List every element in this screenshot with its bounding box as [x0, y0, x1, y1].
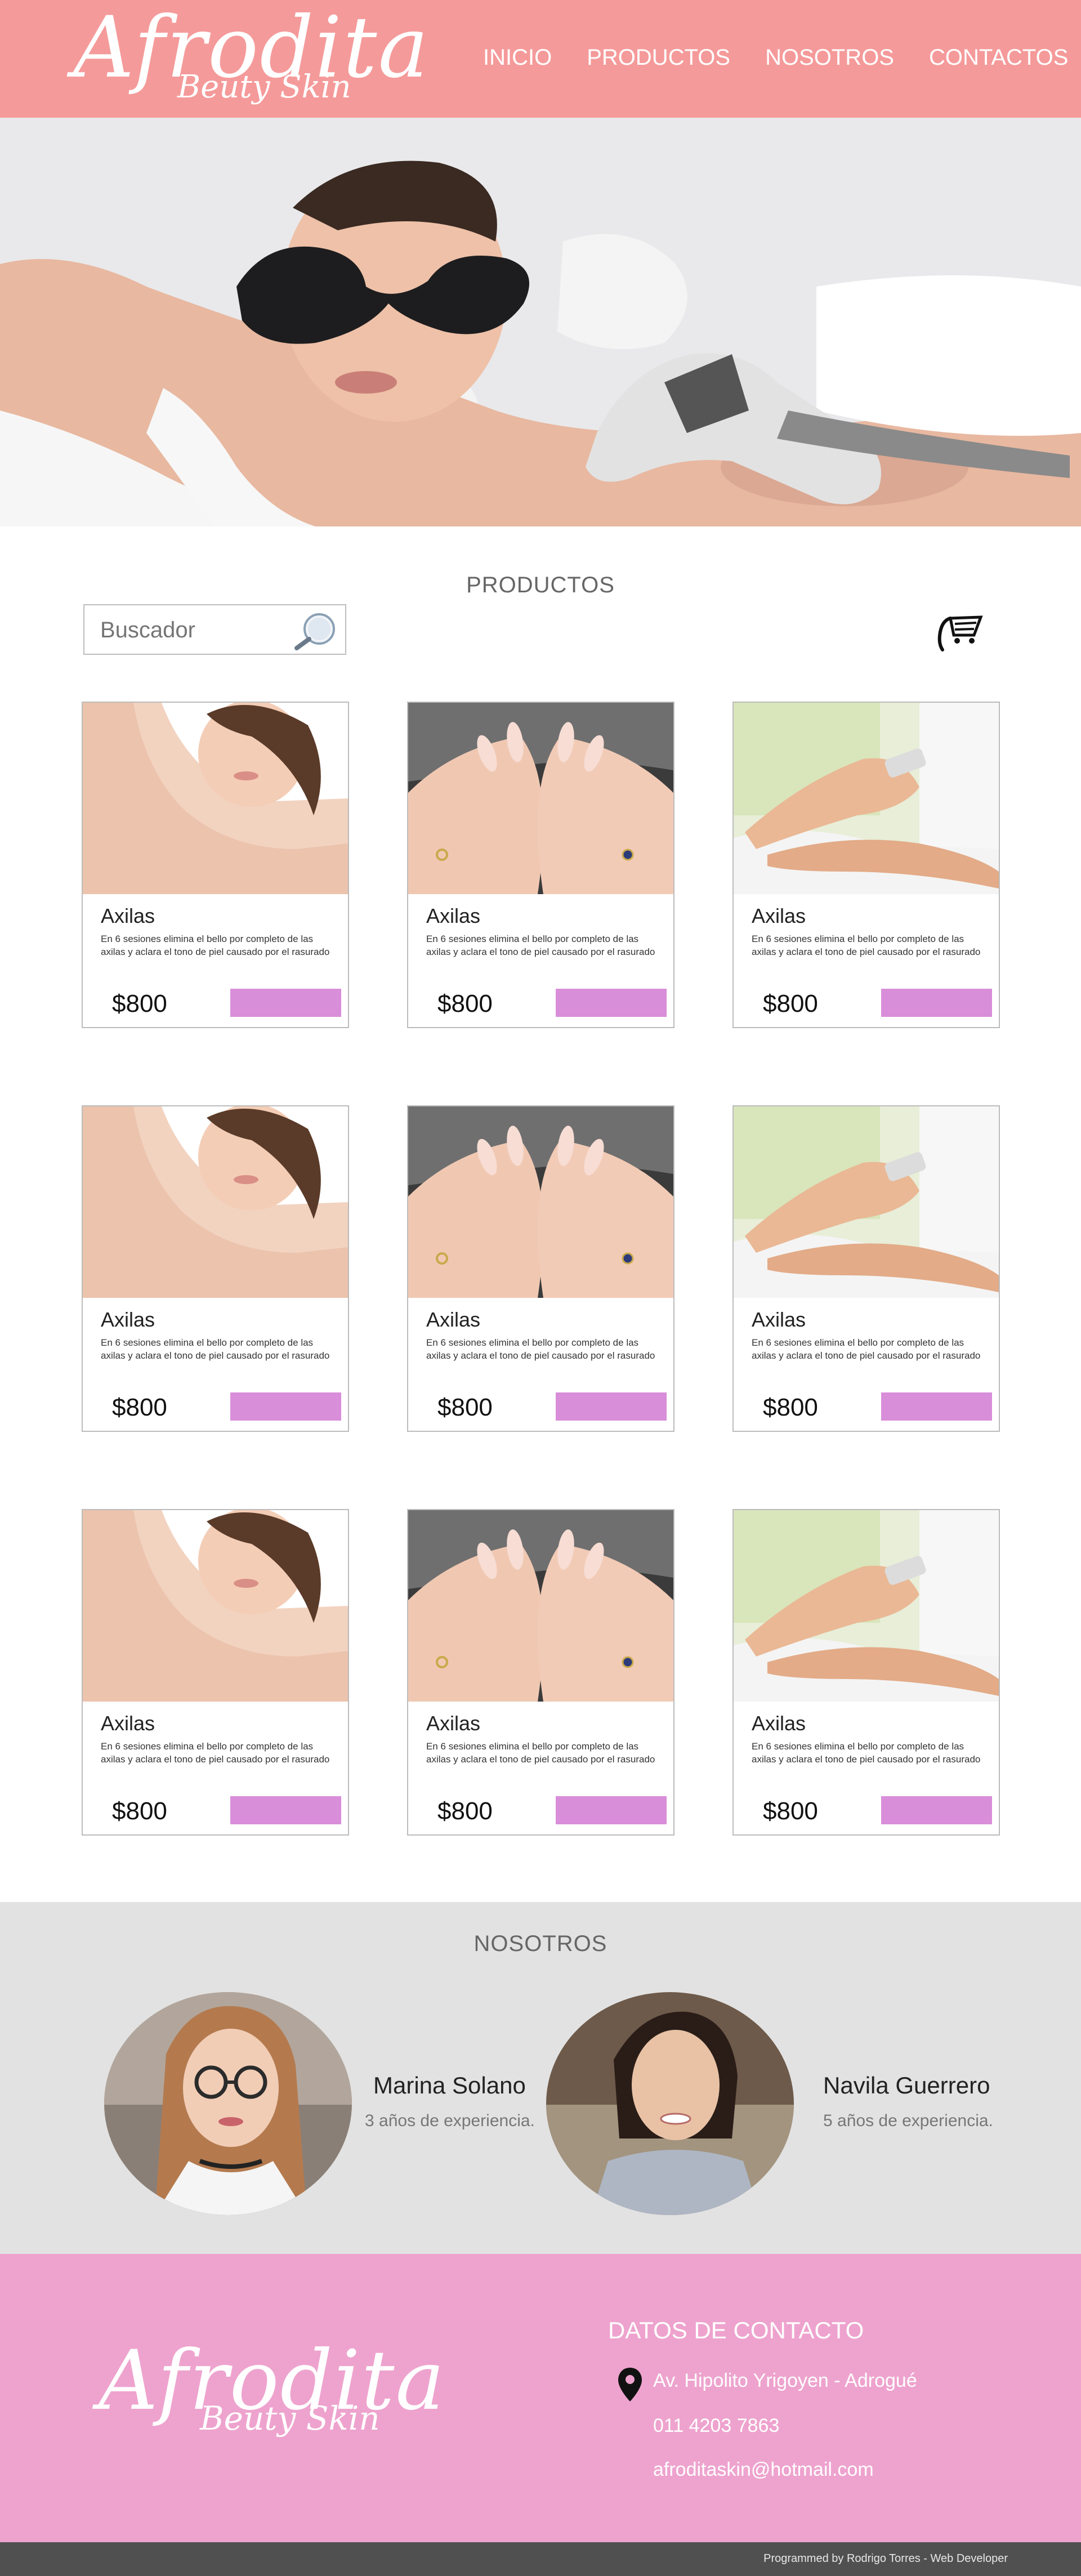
product-price: $800	[763, 1797, 818, 1825]
member-photo-marina	[104, 1992, 352, 2215]
product-price: $800	[437, 1797, 493, 1825]
member-photo-navila	[546, 1992, 794, 2215]
avatar	[104, 1992, 352, 2215]
product-description: En 6 sesiones elimina el bello por compl…	[101, 934, 330, 957]
add-to-cart-button[interactable]	[881, 1392, 992, 1421]
product-price: $800	[112, 1797, 167, 1825]
product-name: Axilas	[752, 904, 806, 927]
product-card[interactable]: Axilas En 6 sesiones elimina el bello po…	[732, 1509, 1000, 1836]
leg-laser-photo	[734, 1106, 999, 1298]
product-image-legs	[734, 703, 999, 894]
product-description: En 6 sesiones elimina el bello por compl…	[752, 1741, 981, 1765]
credits-bar: Programmed by Rodrigo Torres - Web Devel…	[0, 2542, 1081, 2576]
brand-tagline: Beuty Skin	[177, 69, 351, 105]
add-to-cart-button[interactable]	[881, 989, 992, 1017]
product-description: En 6 sesiones elimina el bello por compl…	[752, 1337, 981, 1361]
product-description: En 6 sesiones elimina el bello por compl…	[426, 1741, 655, 1765]
add-to-cart-button[interactable]	[230, 1796, 341, 1824]
site-header: Afrodita Beuty Skin INICIO PRODUCTOS NOS…	[0, 0, 1081, 118]
product-image-armpit	[83, 1510, 348, 1702]
nav-item-inicio[interactable]: INICIO	[483, 42, 552, 73]
add-to-cart-button[interactable]	[230, 989, 341, 1017]
product-card[interactable]: Axilas En 6 sesiones elimina el bello po…	[732, 702, 1000, 1028]
product-price: $800	[763, 1394, 818, 1421]
manicure-nails-photo	[408, 1106, 673, 1298]
product-card[interactable]: Axilas En 6 sesiones elimina el bello po…	[82, 702, 349, 1028]
search-input[interactable]	[100, 615, 280, 645]
about-section-title: NOSOTROS	[474, 1931, 607, 1956]
contact-title: DATOS DE CONTACTO	[608, 2317, 864, 2343]
manicure-nails-photo	[408, 1510, 673, 1702]
add-to-cart-button[interactable]	[556, 1796, 667, 1824]
product-price: $800	[112, 1394, 167, 1421]
member-experience: 5 años de experiencia.	[823, 2111, 993, 2130]
nav-item-productos[interactable]: PRODUCTOS	[587, 42, 730, 73]
shopping-cart-icon[interactable]	[935, 604, 985, 654]
product-name: Axilas	[101, 1712, 155, 1735]
product-image-legs	[734, 1510, 999, 1702]
armpit-woman-photo	[83, 703, 348, 894]
member-name: Marina Solano	[373, 2072, 526, 2099]
product-price: $800	[437, 1394, 493, 1421]
product-search	[83, 604, 346, 655]
add-to-cart-button[interactable]	[556, 989, 667, 1017]
nav-item-contactos[interactable]: CONTACTOS	[929, 42, 1068, 73]
contact-email[interactable]: afroditaskin@hotmail.com	[653, 2459, 874, 2481]
leg-laser-photo	[734, 1510, 999, 1702]
product-description: En 6 sesiones elimina el bello por compl…	[426, 934, 655, 957]
armpit-woman-photo	[83, 1106, 348, 1298]
brand-logo[interactable]: Afrodita Beuty Skin	[73, 0, 428, 118]
product-description: En 6 sesiones elimina el bello por compl…	[101, 1741, 330, 1765]
products-section-title: PRODUCTOS	[466, 573, 615, 597]
product-card[interactable]: Axilas En 6 sesiones elimina el bello po…	[407, 702, 674, 1028]
location-pin-icon	[618, 2368, 642, 2401]
product-name: Axilas	[426, 1308, 481, 1331]
product-image-nails	[408, 703, 673, 894]
product-name: Axilas	[752, 1308, 806, 1331]
product-image-armpit	[83, 703, 348, 894]
product-description: En 6 sesiones elimina el bello por compl…	[426, 1337, 655, 1361]
avatar	[546, 1992, 794, 2215]
contact-phone[interactable]: 011 4203 7863	[653, 2415, 779, 2437]
nav-item-nosotros[interactable]: NOSOTROS	[765, 42, 894, 73]
manicure-nails-photo	[408, 703, 673, 894]
product-image-nails	[408, 1510, 673, 1702]
product-name: Axilas	[101, 1308, 155, 1331]
brand-tagline: Beuty Skin	[200, 2399, 380, 2437]
product-card[interactable]: Axilas En 6 sesiones elimina el bello po…	[82, 1105, 349, 1432]
main-nav: INICIO PRODUCTOS NOSOTROS CONTACTOS	[483, 42, 1068, 73]
add-to-cart-button[interactable]	[556, 1392, 667, 1421]
product-name: Axilas	[752, 1712, 806, 1735]
hero-laser-treatment-image	[0, 118, 1081, 526]
product-description: En 6 sesiones elimina el bello por compl…	[101, 1337, 330, 1361]
hero-banner	[0, 118, 1081, 526]
product-price: $800	[437, 990, 493, 1017]
product-name: Axilas	[426, 1712, 481, 1735]
search-magnifier-icon[interactable]	[285, 609, 342, 651]
add-to-cart-button[interactable]	[230, 1392, 341, 1421]
product-name: Axilas	[426, 904, 481, 927]
product-card[interactable]: Axilas En 6 sesiones elimina el bello po…	[407, 1105, 674, 1432]
credits-text: Programmed by Rodrigo Torres - Web Devel…	[763, 2552, 1008, 2565]
product-card[interactable]: Axilas En 6 sesiones elimina el bello po…	[407, 1509, 674, 1836]
member-experience: 3 años de experiencia.	[365, 2111, 535, 2130]
leg-laser-photo	[734, 703, 999, 894]
contact-address: Av. Hipolito Yrigoyen - Adrogué	[653, 2370, 917, 2391]
about-section: NOSOTROS Marina Solano 3 años de experie…	[0, 1902, 1081, 2254]
product-price: $800	[763, 990, 818, 1017]
product-card[interactable]: Axilas En 6 sesiones elimina el bello po…	[82, 1509, 349, 1836]
product-image-armpit	[83, 1106, 348, 1298]
armpit-woman-photo	[83, 1510, 348, 1702]
product-name: Axilas	[101, 904, 155, 927]
product-price: $800	[112, 990, 167, 1017]
product-card[interactable]: Axilas En 6 sesiones elimina el bello po…	[732, 1105, 1000, 1432]
product-image-legs	[734, 1106, 999, 1298]
footer-brand-logo: Afrodita Beuty Skin	[99, 2336, 444, 2459]
product-description: En 6 sesiones elimina el bello por compl…	[752, 934, 981, 957]
product-image-nails	[408, 1106, 673, 1298]
site-footer: Afrodita Beuty Skin DATOS DE CONTACTO Av…	[0, 2254, 1081, 2542]
member-name: Navila Guerrero	[823, 2072, 990, 2099]
add-to-cart-button[interactable]	[881, 1796, 992, 1824]
